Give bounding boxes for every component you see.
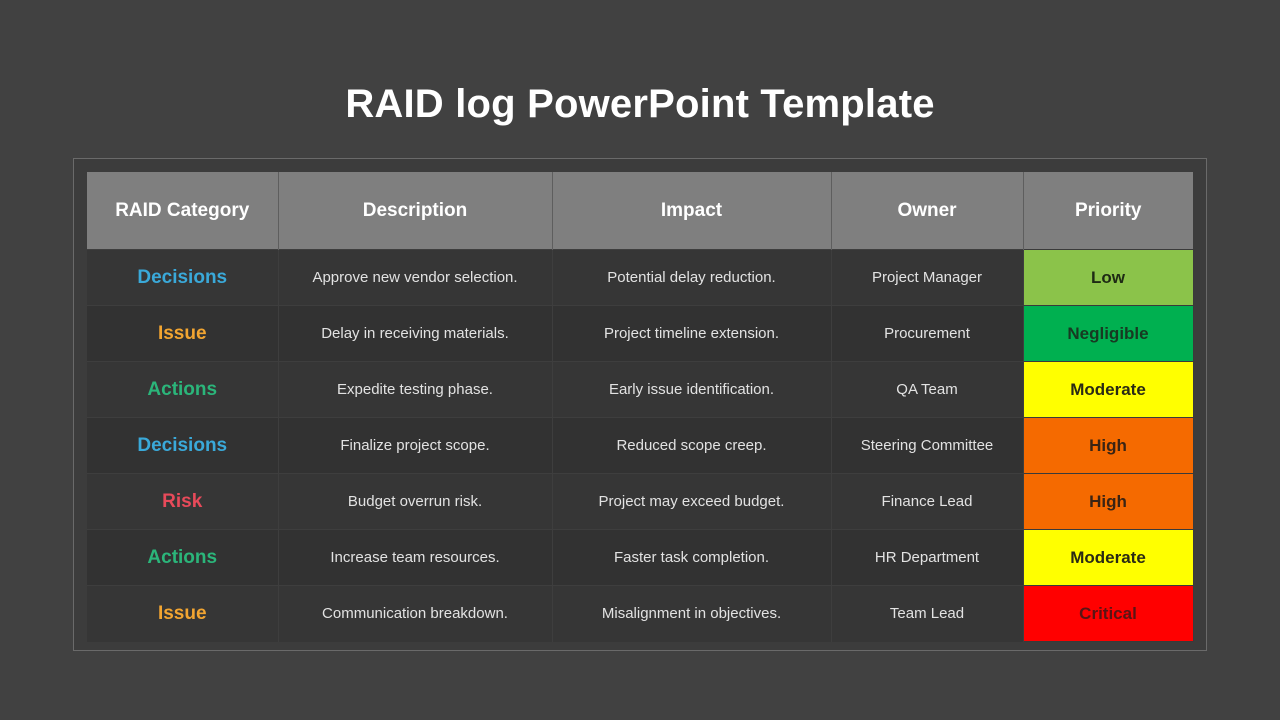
category-cell: Issue [87, 305, 279, 362]
table-row: Actions Expedite testing phase. Early issu… [87, 361, 1194, 418]
description-cell: Finalize project scope. [278, 417, 553, 474]
priority-badge: High [1022, 473, 1194, 530]
category-cell: Actions [87, 361, 279, 418]
category-cell: Decisions [87, 249, 279, 306]
table-row: Decisions Finalize project scope. Reduced … [87, 417, 1194, 474]
priority-badge: Negligible [1022, 305, 1194, 362]
category-cell: Risk [87, 473, 279, 530]
table-row: Decisions Approve new vendor selection. Po… [87, 249, 1194, 306]
description-cell: Budget overrun risk. [278, 473, 553, 530]
owner-cell: HR Department [831, 529, 1024, 586]
priority-badge: Moderate [1022, 361, 1194, 418]
description-cell: Approve new vendor selection. [278, 249, 553, 306]
impact-cell: Potential delay reduction. [552, 249, 832, 306]
priority-badge: High [1022, 417, 1194, 474]
category-cell: Decisions [87, 417, 279, 474]
header-description: Description [278, 172, 553, 250]
owner-cell: Project Manager [831, 249, 1024, 306]
impact-cell: Faster task completion. [552, 529, 832, 586]
page-title: RAID log PowerPoint Template [345, 82, 935, 126]
description-cell: Communication breakdown. [278, 585, 553, 642]
raid-log-table: RAID Category Description Impact Owner P… [87, 172, 1194, 642]
priority-badge: Critical [1022, 585, 1194, 642]
header-raid-category: RAID Category [87, 172, 279, 250]
description-cell: Expedite testing phase. [278, 361, 553, 418]
table-row: Actions Increase team resources. Faster ta… [87, 529, 1194, 586]
header-priority: Priority [1023, 172, 1193, 250]
priority-badge: Moderate [1022, 529, 1194, 586]
table-row: Issue Communication breakdown. Misalignmen… [87, 585, 1194, 642]
owner-cell: QA Team [831, 361, 1024, 418]
owner-cell: Procurement [831, 305, 1024, 362]
header-row: RAID Category Description Impact Owner P… [87, 172, 1193, 250]
header-owner: Owner [831, 172, 1024, 250]
impact-cell: Reduced scope creep. [552, 417, 832, 474]
category-cell: Actions [87, 529, 279, 586]
table-row: Issue Delay in receiving materials. Projec… [87, 305, 1194, 362]
category-cell: Issue [87, 585, 279, 642]
description-cell: Increase team resources. [278, 529, 553, 586]
impact-cell: Misalignment in objectives. [552, 585, 832, 642]
priority-badge: Low [1022, 249, 1194, 306]
impact-cell: Project may exceed budget. [552, 473, 832, 530]
header-impact: Impact [552, 172, 832, 250]
table-row: Risk Budget overrun risk. Project may exce… [87, 473, 1194, 530]
owner-cell: Steering Committee [831, 417, 1024, 474]
owner-cell: Finance Lead [831, 473, 1024, 530]
owner-cell: Team Lead [831, 585, 1024, 642]
description-cell: Delay in receiving materials. [278, 305, 553, 362]
impact-cell: Project timeline extension. [552, 305, 832, 362]
impact-cell: Early issue identification. [552, 361, 832, 418]
